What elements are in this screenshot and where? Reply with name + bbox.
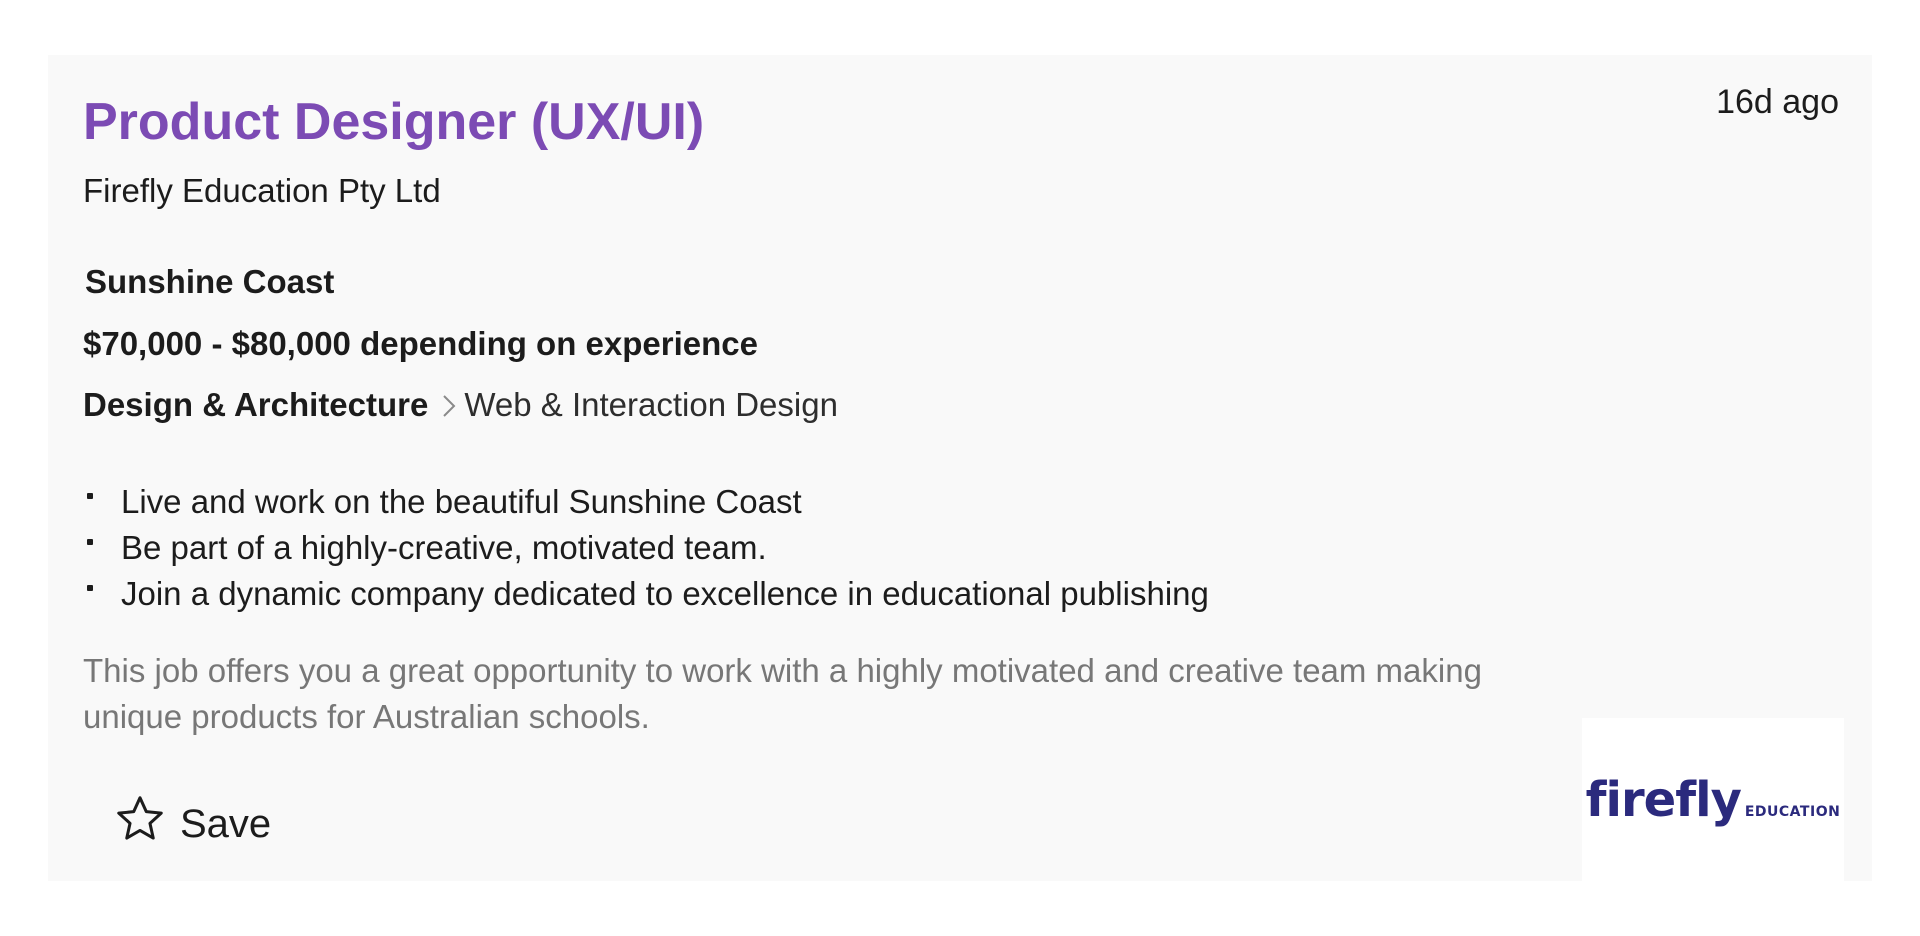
list-item: Join a dynamic company dedicated to exce… <box>83 571 1209 617</box>
bullet-icon <box>87 493 93 499</box>
company-name[interactable]: Firefly Education Pty Ltd <box>83 172 441 210</box>
logo-wordmark: firefly <box>1585 771 1742 828</box>
listing-date: 16d ago <box>1716 83 1839 121</box>
star-outline-icon <box>114 793 180 855</box>
job-title[interactable]: Product Designer (UX/UI) <box>83 91 704 153</box>
selling-point-text: Live and work on the beautiful Sunshine … <box>121 483 802 520</box>
job-card[interactable]: Product Designer (UX/UI) 16d ago Firefly… <box>48 55 1872 881</box>
selling-point-text: Join a dynamic company dedicated to exce… <box>121 575 1209 612</box>
job-classification: Design & Architecture Web & Interaction D… <box>83 386 838 428</box>
save-label: Save <box>180 801 272 846</box>
firefly-logo: firefly EDUCATION <box>1586 772 1841 828</box>
job-location[interactable]: Sunshine Coast <box>85 263 334 301</box>
logo-tagline: EDUCATION <box>1744 803 1841 820</box>
bullet-icon <box>87 585 93 591</box>
job-salary: $70,000 - $80,000 depending on experienc… <box>83 325 758 362</box>
save-job-button[interactable]: Save <box>114 793 271 855</box>
bullet-icon <box>87 539 93 545</box>
selling-points-list: Live and work on the beautiful Sunshine … <box>83 479 1209 617</box>
selling-point-text: Be part of a highly-creative, motivated … <box>121 529 767 566</box>
classification-link[interactable]: Design & Architecture <box>83 386 428 423</box>
job-teaser: This job offers you a great opportunity … <box>83 652 1482 735</box>
chevron-right-icon <box>442 390 456 428</box>
list-item: Live and work on the beautiful Sunshine … <box>83 479 1209 525</box>
list-item: Be part of a highly-creative, motivated … <box>83 525 1209 571</box>
company-logo[interactable]: firefly EDUCATION <box>1582 718 1844 881</box>
sub-classification-link[interactable]: Web & Interaction Design <box>464 386 838 423</box>
